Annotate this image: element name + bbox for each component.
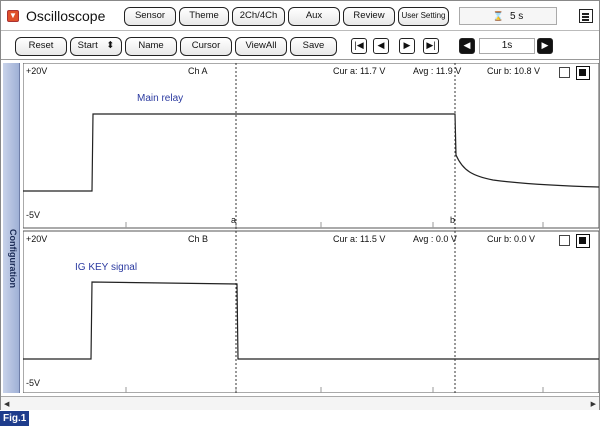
cursor-button[interactable]: Cursor bbox=[180, 37, 232, 56]
ch-a-toggle-icon[interactable] bbox=[576, 66, 590, 80]
ch-b-cur-b: Cur b: 0.0 V bbox=[487, 234, 536, 244]
cursor-a-marker[interactable]: a bbox=[231, 215, 236, 225]
oscilloscope-window: ▼ Oscilloscope Sensor Theme 2Ch/4Ch Aux … bbox=[0, 0, 600, 410]
last-icon[interactable]: ▶| bbox=[423, 38, 439, 54]
next-icon[interactable]: ▶ bbox=[399, 38, 415, 54]
scroll-right-icon[interactable]: ▶ bbox=[591, 400, 596, 408]
horizontal-scrollbar[interactable]: ◀ ▶ bbox=[1, 396, 599, 410]
ch-a-cur-a: Cur a: 11.7 V bbox=[333, 66, 386, 76]
ch-b-checkbox[interactable] bbox=[559, 235, 570, 246]
reset-button[interactable]: Reset bbox=[15, 37, 67, 56]
first-icon[interactable]: |◀ bbox=[351, 38, 367, 54]
start-label: Start bbox=[77, 40, 98, 51]
control-toolbar: Reset Start ⬍ Name Cursor ViewAll Save |… bbox=[1, 32, 599, 60]
scale-decrease-icon[interactable]: ◀ bbox=[459, 38, 475, 54]
ch-b-top-label: +20V bbox=[26, 234, 48, 244]
review-button[interactable]: Review bbox=[343, 7, 395, 26]
main-toolbar: ▼ Oscilloscope Sensor Theme 2Ch/4Ch Aux … bbox=[1, 1, 599, 31]
user-setting-button[interactable]: User Setting bbox=[398, 7, 449, 26]
ch-b-signal-label: IG KEY signal bbox=[75, 262, 138, 273]
timebase-value: 1s bbox=[479, 38, 535, 54]
menu-icon[interactable] bbox=[579, 9, 593, 23]
ch-a-bottom-label: -5V bbox=[26, 210, 41, 220]
configuration-label: Configuration bbox=[8, 229, 18, 288]
ch-b-name: Ch B bbox=[188, 234, 209, 244]
scroll-left-icon[interactable]: ◀ bbox=[4, 400, 9, 408]
stepper-arrows-icon: ⬍ bbox=[106, 40, 115, 51]
ch-b-toggle-icon[interactable] bbox=[576, 234, 590, 248]
ch-a-cur-b: Cur b: 10.8 V bbox=[487, 66, 541, 76]
save-button[interactable]: Save bbox=[290, 37, 337, 56]
time-value: 5 s bbox=[509, 11, 524, 22]
ch-a-avg: Avg : 11.9 V bbox=[413, 66, 462, 76]
ch-b-avg: Avg : 0.0 V bbox=[413, 234, 457, 244]
cursor-b-marker[interactable]: b bbox=[450, 215, 455, 225]
waveform-svg bbox=[23, 63, 599, 393]
app-title: Oscilloscope bbox=[26, 8, 106, 24]
waveform-area: +20V Ch A Cur a: 11.7 V Avg : 11.9 V Cur… bbox=[23, 63, 599, 393]
ch-a-checkbox[interactable] bbox=[559, 67, 570, 78]
figure-label: Fig.1 bbox=[0, 411, 30, 426]
scale-increase-icon[interactable]: ▶ bbox=[537, 38, 553, 54]
dropdown-icon[interactable]: ▼ bbox=[7, 10, 19, 22]
theme-button[interactable]: Theme bbox=[179, 7, 229, 26]
sensor-button[interactable]: Sensor bbox=[124, 7, 176, 26]
hourglass-icon: ⌛ bbox=[492, 11, 504, 21]
channel-mode-button[interactable]: 2Ch/4Ch bbox=[232, 7, 285, 26]
time-display: ⌛ 5 s bbox=[459, 7, 557, 25]
configuration-tab[interactable]: Configuration bbox=[3, 63, 20, 393]
ch-b-bottom-label: -5V bbox=[26, 378, 41, 388]
ch-a-name: Ch A bbox=[188, 66, 208, 76]
viewall-button[interactable]: ViewAll bbox=[235, 37, 287, 56]
name-button[interactable]: Name bbox=[125, 37, 177, 56]
aux-button[interactable]: Aux bbox=[288, 7, 340, 26]
prev-icon[interactable]: ◀ bbox=[373, 38, 389, 54]
ch-a-signal-label: Main relay bbox=[137, 93, 184, 104]
start-button[interactable]: Start ⬍ bbox=[70, 37, 122, 56]
ch-b-cur-a: Cur a: 11.5 V bbox=[333, 234, 386, 244]
ch-a-top-label: +20V bbox=[26, 66, 48, 76]
